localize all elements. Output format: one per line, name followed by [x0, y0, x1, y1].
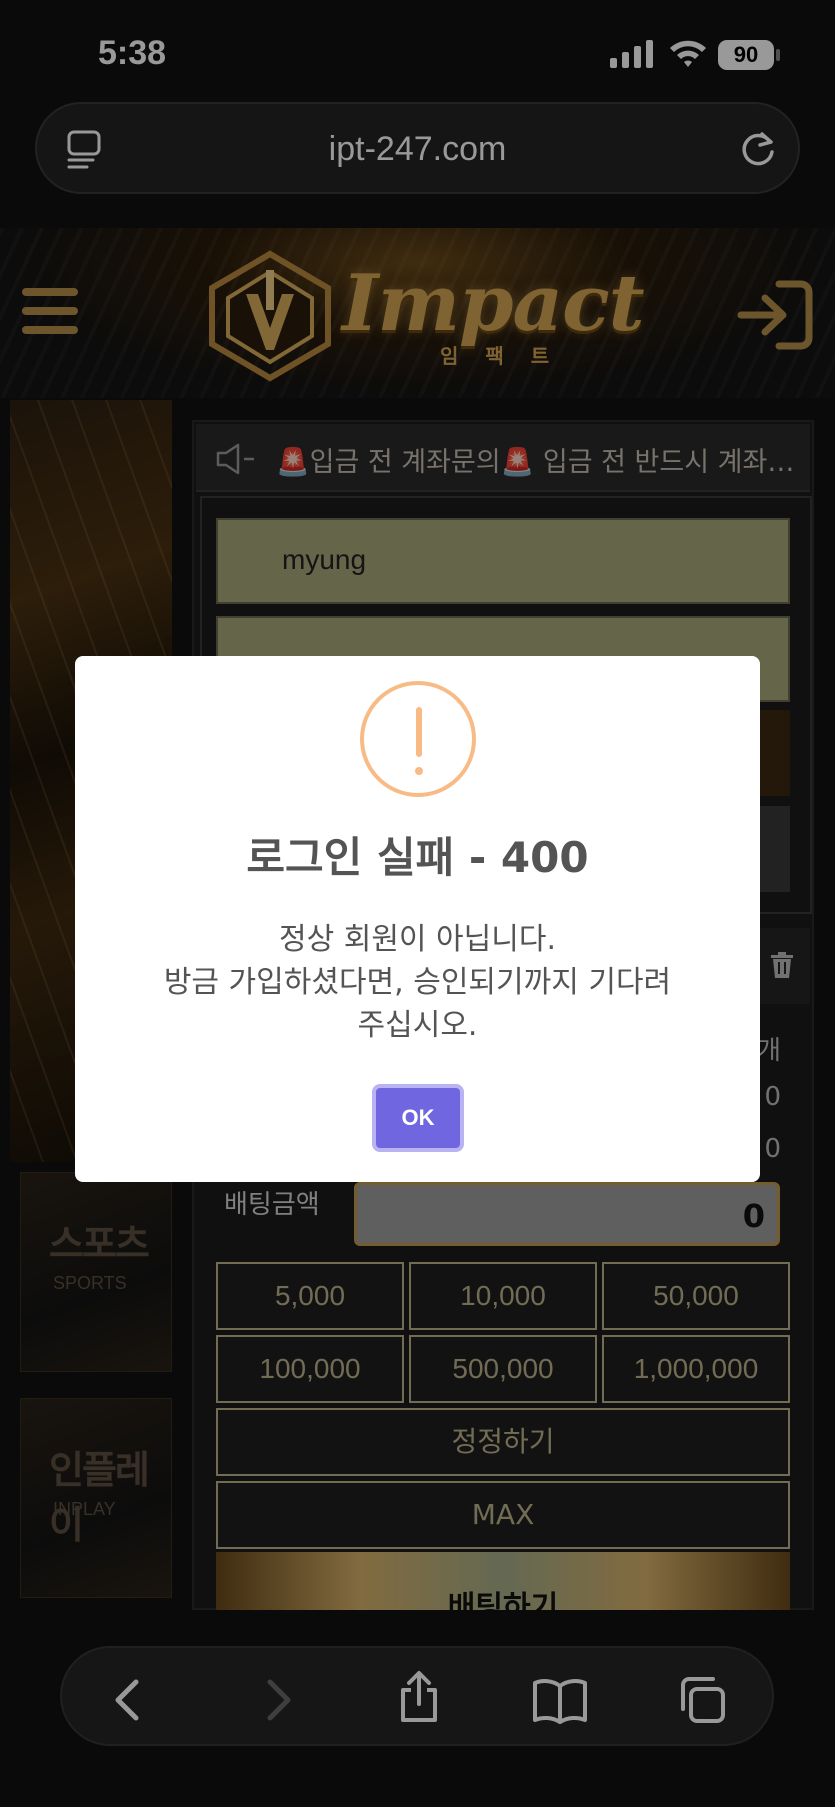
- login-error-dialog: 로그인 실패 - 400 정상 회원이 아닙니다. 방금 가입하셨다면, 승인되…: [75, 656, 760, 1182]
- dialog-title: 로그인 실패 - 400: [246, 833, 589, 882]
- warning-icon: [360, 681, 476, 797]
- screen: 5:38 90 ipt-247.com Impact 임 팩 트 스포츠 SPO…: [0, 0, 835, 1807]
- ok-button[interactable]: OK: [372, 1084, 464, 1152]
- dialog-message-line-1: 정상 회원이 아닙니다.: [278, 922, 556, 957]
- dialog-message: 정상 회원이 아닙니다. 방금 가입하셨다면, 승인되기까지 기다려 주십시오.: [115, 918, 720, 1047]
- dialog-message-line-2: 방금 가입하셨다면, 승인되기까지 기다려: [163, 965, 672, 1000]
- dialog-message-line-3: 주십시오.: [357, 1008, 478, 1043]
